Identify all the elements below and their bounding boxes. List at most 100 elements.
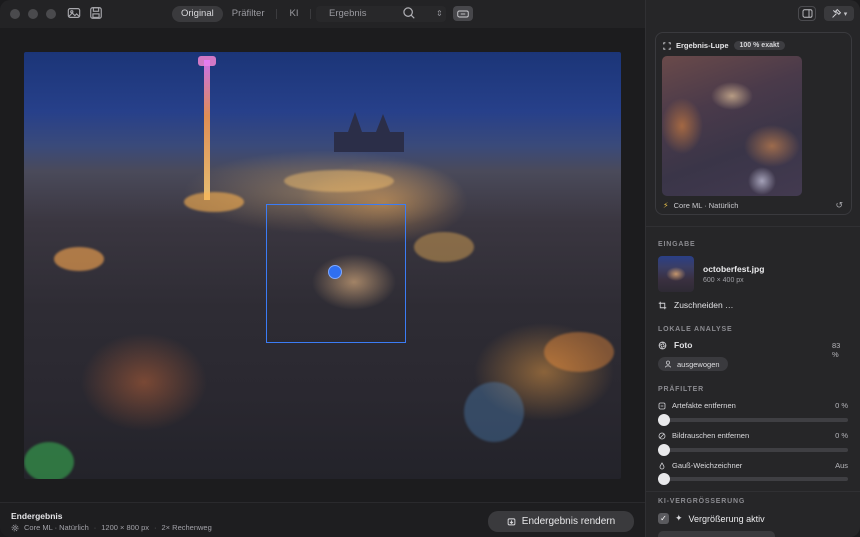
magnifier-title: Ergebnis-Lupe [676, 41, 729, 50]
photo-light [184, 192, 244, 212]
close-window-button[interactable] [10, 9, 20, 19]
gear-icon [11, 524, 19, 531]
bolt-icon: ⚡ [663, 201, 669, 210]
photo-light [414, 232, 474, 262]
upscale-toggle-row[interactable]: ✓ ✦ Vergrößerung aktiv [658, 513, 765, 524]
photo-light [54, 247, 104, 271]
tab-original[interactable]: Original [172, 6, 223, 22]
analysis-section-label: LOKALE ANALYSE [658, 326, 733, 333]
split-view-icon [457, 10, 469, 17]
result-magnifier-card: Ergebnis-Lupe 100 % exakt ⚡ Core ML · Na… [655, 32, 852, 215]
compare-toggle-button[interactable] [453, 6, 473, 21]
photo-light [24, 442, 74, 479]
image-canvas[interactable] [0, 28, 645, 502]
artifact-slider[interactable] [658, 414, 848, 426]
zoom-icon[interactable] [402, 6, 416, 20]
blur-slider[interactable] [658, 473, 848, 485]
app-window: Original Präfilter KI Ergebnis ⇕ Enderge… [0, 0, 860, 537]
noise-label-text: Bildrauschen entfernen [672, 431, 750, 440]
status-engine: Core ML · Natürlich [24, 523, 89, 532]
tab-prefilter[interactable]: Präfilter [223, 6, 274, 22]
save-icon[interactable] [88, 6, 104, 22]
upscale-section-label: KI-VERGRÖSSERUNG [658, 498, 746, 505]
photo-light [544, 332, 614, 372]
preview-image[interactable] [24, 52, 621, 479]
inspector-sidebar: ▾ Ergebnis-Lupe 100 % exakt ⚡ Core ML · … [645, 0, 860, 537]
photo-light [284, 170, 394, 192]
render-button-label: Endergebnis rendern [521, 516, 616, 527]
render-button[interactable]: Endergebnis rendern [488, 511, 634, 532]
chevron-updown-icon[interactable]: ⇕ [436, 6, 443, 22]
prefilter-section-label: PRÄFILTER [658, 386, 704, 393]
crop-label: Zuschneiden … [674, 300, 734, 310]
magnifier-preview-image [662, 56, 802, 196]
artifact-value: 0 % [835, 401, 848, 410]
analysis-label: Foto [674, 340, 693, 350]
compare-select[interactable]: Ergebnis [316, 6, 446, 22]
status-bar: Endergebnis Core ML · Natürlich · 1200 ×… [0, 502, 645, 537]
section-divider [646, 226, 860, 227]
section-divider [646, 491, 860, 492]
blur-slider-label: Gauß-Weichzeichner [658, 461, 742, 470]
tab-ki[interactable]: KI [280, 6, 307, 22]
meta-separator: · [93, 523, 97, 532]
drop-icon [659, 461, 665, 469]
balance-chip: ausgewogen [658, 357, 728, 371]
noise-slider-knob[interactable] [658, 444, 670, 456]
analysis-row: Foto 83 % [658, 340, 848, 359]
balance-chip-label: ausgewogen [677, 359, 720, 369]
artifact-slider-knob[interactable] [658, 414, 670, 426]
input-thumbnail [658, 256, 694, 292]
tools-icon [831, 8, 841, 18]
sidebar-icon [802, 9, 812, 18]
analysis-value: 83 % [832, 341, 841, 359]
meta-separator: · [154, 523, 157, 532]
status-title: Endergebnis [11, 511, 63, 521]
window-controls [10, 9, 56, 19]
zoom-window-button[interactable] [46, 9, 56, 19]
status-passes: 2× Rechenweg [161, 523, 212, 532]
noise-icon [658, 432, 666, 439]
status-meta: Core ML · Natürlich · 1200 × 800 px · 2×… [11, 523, 212, 532]
sidebar-toolbar: ▾ [798, 6, 854, 21]
magnifier-footer: ⚡ Core ML · Natürlich [663, 201, 738, 210]
crop-row[interactable]: Zuschneiden … [658, 300, 734, 310]
upscale-label: Vergrößerung aktiv [688, 513, 765, 524]
photo-light [464, 382, 524, 442]
minimize-window-button[interactable] [28, 9, 38, 19]
render-icon [507, 518, 516, 526]
tools-menu-button[interactable]: ▾ [824, 6, 854, 21]
blur-slider-knob[interactable] [658, 473, 670, 485]
status-size: 1200 × 800 px [101, 523, 150, 532]
sparkle-icon: ✦ [675, 513, 683, 523]
compare-select-label: Ergebnis [329, 8, 367, 19]
crop-icon [658, 301, 667, 309]
noise-value: 0 % [835, 431, 848, 440]
noise-slider[interactable] [658, 444, 848, 456]
magnifier-engine: Core ML · Natürlich [673, 201, 739, 210]
accuracy-badge: 100 % exakt [733, 41, 786, 50]
artifact-slider-label: Artefakte entfernen [658, 401, 736, 410]
expand-icon[interactable] [663, 41, 671, 50]
upscale-checkbox[interactable]: ✓ [658, 513, 669, 524]
photo-church [334, 112, 404, 152]
blur-value: Aus [835, 461, 848, 470]
segment-divider [310, 9, 312, 19]
magnifier-header: Ergebnis-Lupe 100 % exakt [663, 41, 786, 50]
input-section-label: EINGABE [658, 241, 696, 248]
view-mode-segmented: Original Präfilter KI [172, 6, 314, 22]
balance-icon [664, 360, 672, 368]
artifact-label-text: Artefakte entfernen [672, 401, 736, 410]
sidebar-toggle-button[interactable] [798, 6, 816, 21]
aperture-icon [658, 341, 667, 349]
input-dimensions: 600 × 400 px [703, 277, 744, 284]
selection-move-handle[interactable] [328, 265, 342, 279]
photo-icon[interactable] [66, 6, 82, 22]
photo-tower [204, 60, 210, 200]
reset-icon[interactable]: ↺ [835, 200, 843, 211]
chevron-down-icon: ▾ [843, 10, 848, 18]
artifact-icon [658, 402, 666, 409]
toolbar: Original Präfilter KI Ergebnis ⇕ [0, 0, 645, 28]
upscale-options-button[interactable] [658, 531, 775, 537]
blur-label-text: Gauß-Weichzeichner [672, 461, 743, 470]
